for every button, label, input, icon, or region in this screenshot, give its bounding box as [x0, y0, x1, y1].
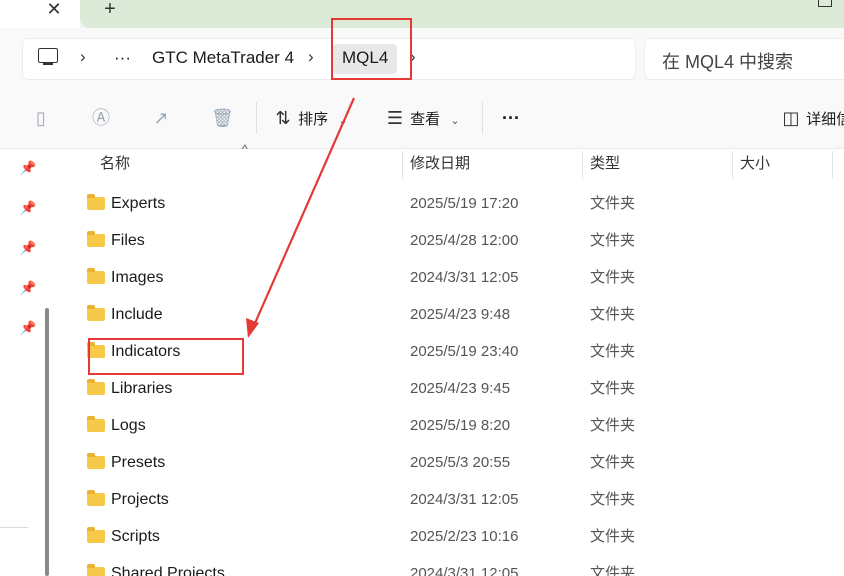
annotation-arrow: [246, 97, 356, 338]
